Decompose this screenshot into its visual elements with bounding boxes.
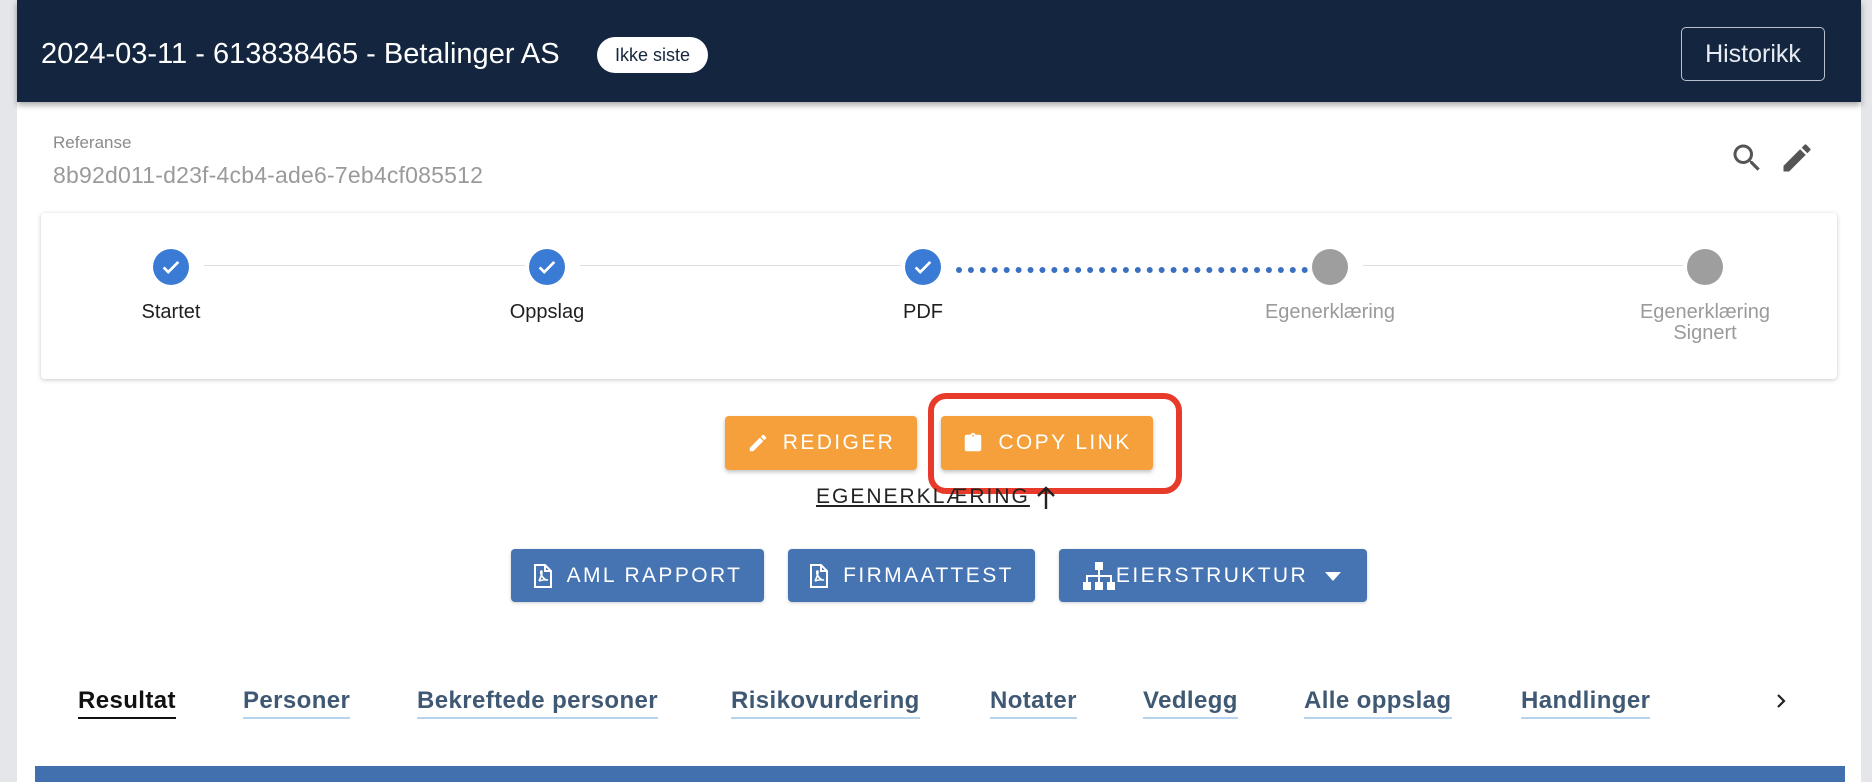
pencil-icon[interactable] bbox=[1779, 140, 1815, 176]
pdf-file-icon bbox=[810, 563, 829, 588]
step-label-pdf: PDF bbox=[903, 301, 943, 323]
step-5-pending-dot bbox=[1687, 249, 1723, 285]
tab-alle-oppslag[interactable]: Alle oppslag bbox=[1304, 687, 1452, 719]
egenerklaering-link[interactable]: EGENERKLÆRING bbox=[816, 485, 1030, 509]
rediger-button[interactable]: REDIGER bbox=[725, 416, 917, 470]
step-4-pending-dot bbox=[1312, 249, 1348, 285]
rediger-label: REDIGER bbox=[782, 431, 896, 454]
step-connector bbox=[580, 265, 901, 266]
step-label-egenerklaering-signert: Egenerklæring Signert bbox=[1639, 301, 1771, 344]
org-chart-icon bbox=[1082, 561, 1115, 590]
status-badge: Ikke siste bbox=[597, 37, 709, 73]
reference-value: 8b92d011-d23f-4cb4-ade6-7eb4cf085512 bbox=[53, 162, 484, 188]
step-connector-active bbox=[956, 267, 1308, 273]
pencil-icon bbox=[749, 434, 767, 452]
main-card bbox=[17, 0, 1861, 782]
step-label-startet: Startet bbox=[141, 301, 201, 323]
results-panel-header bbox=[35, 766, 1845, 782]
step-connector bbox=[1363, 265, 1683, 266]
aml-rapport-label: AML RAPPORT bbox=[566, 563, 743, 587]
history-button[interactable]: Historikk bbox=[1681, 27, 1825, 81]
step-label-oppslag: Oppslag bbox=[509, 301, 585, 323]
progress-stepper bbox=[41, 213, 1837, 379]
reference-label: Referanse bbox=[53, 133, 132, 152]
firmaattest-button[interactable]: FIRMAATTEST bbox=[788, 549, 1035, 602]
tab-notater[interactable]: Notater bbox=[990, 687, 1077, 719]
tab-bekreftede-personer[interactable]: Bekreftede personer bbox=[417, 687, 659, 719]
aml-rapport-button[interactable]: AML RAPPORT bbox=[511, 549, 764, 602]
step-1-check-icon bbox=[153, 249, 189, 285]
eierstruktur-label: EIERSTRUKTUR bbox=[1115, 563, 1309, 587]
tab-resultat[interactable]: Resultat bbox=[78, 687, 176, 719]
step-label-egenerklaering: Egenerklæring bbox=[1264, 301, 1396, 323]
page-title: 2024-03-11 - 613838465 - Betalinger AS bbox=[41, 38, 560, 70]
eierstruktur-dropdown-button[interactable]: EIERSTRUKTUR bbox=[1059, 549, 1367, 602]
tab-handlinger[interactable]: Handlinger bbox=[1521, 687, 1651, 719]
app-header: 2024-03-11 - 613838465 - Betalinger AS I… bbox=[17, 0, 1861, 102]
highlight-annotation bbox=[928, 393, 1182, 494]
open-external-icon[interactable] bbox=[1034, 484, 1058, 510]
chevron-right-icon[interactable] bbox=[1770, 690, 1792, 712]
firmaattest-label: FIRMAATTEST bbox=[843, 563, 1014, 587]
search-icon[interactable] bbox=[1729, 140, 1765, 176]
pdf-file-icon bbox=[533, 563, 552, 588]
step-2-check-icon bbox=[529, 249, 565, 285]
tab-vedlegg[interactable]: Vedlegg bbox=[1143, 687, 1238, 719]
step-connector bbox=[204, 265, 525, 266]
step-3-check-icon bbox=[905, 249, 941, 285]
caret-down-icon bbox=[1325, 571, 1342, 581]
tab-risikovurdering[interactable]: Risikovurdering bbox=[731, 687, 920, 719]
tab-personer[interactable]: Personer bbox=[243, 687, 351, 719]
